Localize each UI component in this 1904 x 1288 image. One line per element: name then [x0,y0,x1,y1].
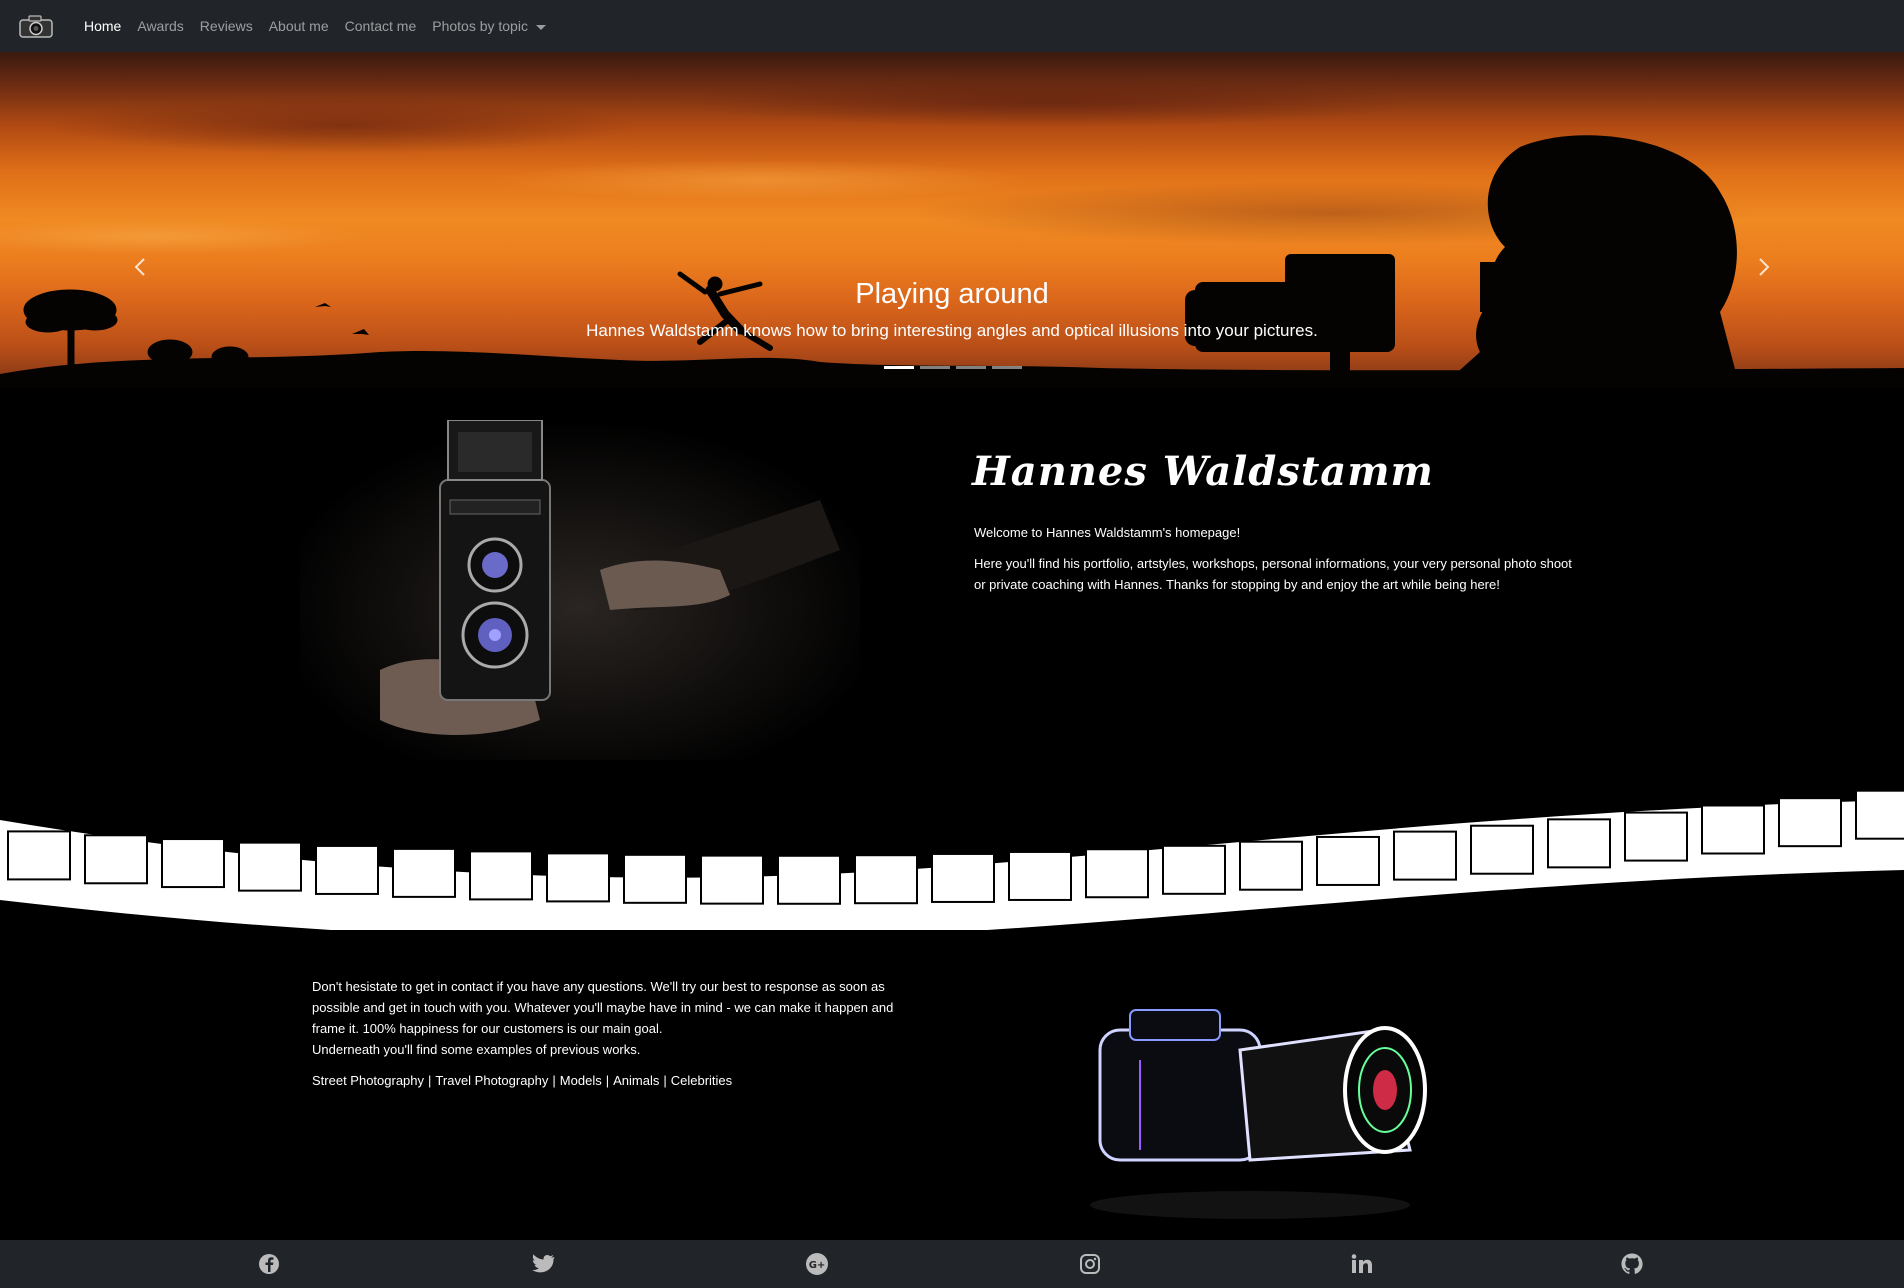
topics-list: Street Photography | Travel Photography | Mo… [312,1070,922,1091]
film-frame [392,847,456,898]
film-frame [1701,804,1765,855]
film-frame [161,838,225,889]
nav-photos-by-topic-label: Photos by topic [432,18,528,34]
nav-reviews[interactable]: Reviews [200,18,253,34]
film-frame [854,854,918,905]
film-frame [1085,848,1149,899]
github-icon[interactable] [1619,1253,1645,1275]
carousel-indicator-1[interactable] [884,366,914,369]
carousel-indicator-4[interactable] [992,366,1022,369]
navbar: Home Awards Reviews About me Contact me … [0,0,1904,52]
topic-separator: | [428,1073,432,1088]
film-frame [238,841,302,892]
film-frame [1855,789,1904,840]
intro-text: Welcome to Hannes Waldstamm's homepage! … [974,522,1586,605]
nav-about-me[interactable]: About me [269,18,329,34]
twitter-icon[interactable] [530,1253,556,1275]
film-frame [546,852,610,903]
film-frame [623,853,687,904]
film-frame [84,834,148,885]
film-frame [1624,811,1688,862]
contact-text: Don't hesistate to get in contact if you… [312,979,894,1036]
film-frame [700,854,764,905]
topic-animals-link[interactable]: Animals [613,1073,659,1088]
contact-paragraph: Don't hesistate to get in contact if you… [312,976,922,1060]
film-frame [1547,818,1611,869]
topic-separator: | [663,1073,667,1088]
film-frame [1470,824,1534,875]
carousel-caption: Playing around Hannes Waldstamm knows ho… [0,278,1904,341]
topic-separator: | [605,1073,610,1088]
film-frame [777,854,841,905]
nav-awards[interactable]: Awards [137,18,183,34]
google-plus-icon[interactable]: G+ [804,1253,830,1275]
footer: G+ [0,1240,1904,1288]
film-frame [1162,844,1226,895]
film-frame [1778,797,1842,848]
slide-title: Playing around [855,278,1049,310]
carousel-indicator-2[interactable] [920,366,950,369]
photographer-name-heading: Hannes Waldstamm [972,448,1434,495]
nav-home[interactable]: Home [84,18,121,34]
hero-carousel: Playing around Hannes Waldstamm knows ho… [0,52,1904,388]
film-frame [931,852,995,903]
film-frame [1239,840,1303,891]
nav-contact-me[interactable]: Contact me [345,18,417,34]
neon-camera-image [1080,990,1500,1230]
film-frame [469,850,533,901]
slide-caption: Hannes Waldstamm knows how to bring inte… [586,321,1318,340]
nav-photos-by-topic-dropdown[interactable]: Photos by topic [432,18,546,34]
topic-models-link[interactable]: Models [560,1073,602,1088]
film-frame [7,830,71,881]
film-strip-graphic [0,789,1904,930]
film-frame [315,844,379,895]
linkedin-icon[interactable] [1349,1253,1375,1275]
topic-street-photography-link[interactable]: Street Photography [312,1073,424,1088]
contact-section: Don't hesistate to get in contact if you… [312,976,922,1101]
film-frame [1008,850,1072,901]
facebook-icon[interactable] [256,1253,282,1275]
svg-text:G+: G+ [809,1260,826,1271]
examples-line: Underneath you'll find some examples of … [312,1042,641,1057]
carousel-indicators [884,366,1022,369]
welcome-text: Welcome to Hannes Waldstamm's homepage! [974,525,1241,540]
intro-description: Here you'll find his portfolio, artstyle… [974,556,1572,592]
film-frame [1316,835,1380,886]
topic-travel-photography-link[interactable]: Travel Photography [435,1073,548,1088]
rolleiflex-camera-photo [300,419,860,760]
film-frame [1393,830,1457,881]
carousel-indicator-3[interactable] [956,366,986,369]
caret-down-icon [535,24,546,30]
camera-logo-icon[interactable] [16,11,56,41]
instagram-icon[interactable] [1077,1253,1103,1275]
topic-separator: | [552,1073,556,1088]
topic-celebrities-link[interactable]: Celebrities [671,1073,732,1088]
